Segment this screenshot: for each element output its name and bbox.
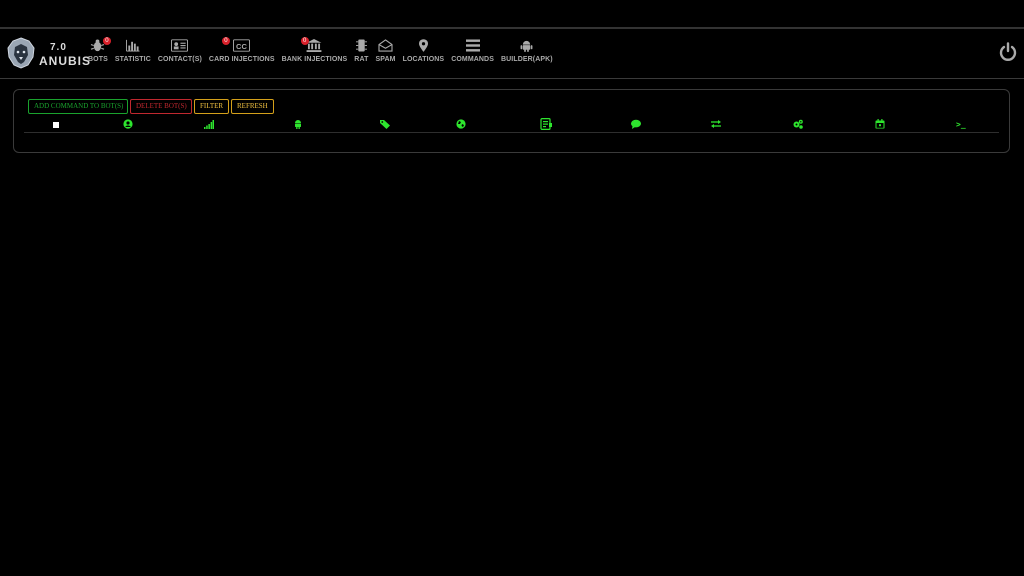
gears-icon [793,119,803,129]
lion-icon [7,37,35,69]
contact-card-icon [171,39,189,52]
nav-item-bank-injections[interactable]: 0 BANK INJECTIONS [281,37,348,69]
select-all-checkbox[interactable] [53,119,59,129]
nav-label-contacts: CONTACT(S) [157,56,202,63]
nav-item-statistic[interactable]: STATISTIC [115,39,151,69]
card-injections-badge: 0 [221,37,230,45]
bank-icon [307,39,322,52]
android-icon [293,119,303,129]
bank-injections-badge: 0 [300,37,309,45]
nav-label-commands: COMMANDS [451,56,494,63]
nav-label-card-injections: CARD INJECTIONS [208,56,275,63]
map-pin-icon [418,39,428,52]
nav-label-builder: BUILDER(APK) [500,56,553,63]
nav-item-rat[interactable]: RAT [354,39,368,69]
bots-panel: ADD COMMAND TO BOT(S) DELETE BOT(S) FILT… [13,89,1010,153]
calendar-icon [875,119,885,129]
credit-card-icon: CC [233,39,251,52]
power-icon[interactable] [998,42,1018,62]
user-circle-icon [123,119,133,129]
chip-icon [355,39,367,52]
add-command-button[interactable]: ADD COMMAND TO BOT(S) [28,99,128,114]
exchange-arrows-icon [711,119,721,129]
tag-icon [380,119,390,129]
android-icon [520,40,533,52]
nav-menu: 0 BOTS STATISTIC CONTACT(S) CC 0 CARD IN… [88,37,560,69]
globe-icon [456,119,466,129]
refresh-button[interactable]: REFRESH [231,99,274,114]
nav-label-bots: BOTS [88,56,108,63]
delete-bots-button[interactable]: DELETE BOT(S) [130,99,192,114]
bots-table-header: >_ [24,118,999,133]
top-navbar: 7.0 ANUBIS 0 BOTS STATISTIC CONTACT(S) C… [0,29,1024,79]
nav-label-spam: SPAM [375,56,396,63]
envelope-icon [378,39,393,52]
nav-item-bots[interactable]: 0 BOTS [88,37,111,69]
nav-label-statistic: STATISTIC [114,56,151,63]
logo-name: ANUBIS [39,54,92,68]
nav-label-locations: LOCATIONS [402,56,445,63]
nav-label-rat: RAT [354,56,369,63]
terminal-icon: >_ [956,119,966,129]
filter-button[interactable]: FILTER [194,99,229,114]
nav-item-builder[interactable]: BUILDER(APK) [501,39,553,69]
chat-bubble-icon [631,119,641,129]
nav-item-commands[interactable]: COMMANDS [451,39,494,69]
nav-item-spam[interactable]: SPAM [375,39,395,69]
logo-version: 7.0 [50,42,67,53]
phone-screen-icon [540,118,552,130]
menu-lines-icon [465,39,480,52]
nav-item-card-injections[interactable]: CC 0 CARD INJECTIONS [208,37,275,69]
bar-chart-icon [125,39,140,52]
svg-text:CC: CC [236,42,247,51]
nav-item-contacts[interactable]: CONTACT(S) [158,39,202,69]
nav-item-locations[interactable]: LOCATIONS [403,39,445,69]
nav-label-bank-injections: BANK INJECTIONS [281,56,348,63]
signal-bars-icon [204,119,214,129]
anubis-logo[interactable]: 7.0 ANUBIS [6,37,90,71]
bots-badge: 0 [102,37,111,45]
